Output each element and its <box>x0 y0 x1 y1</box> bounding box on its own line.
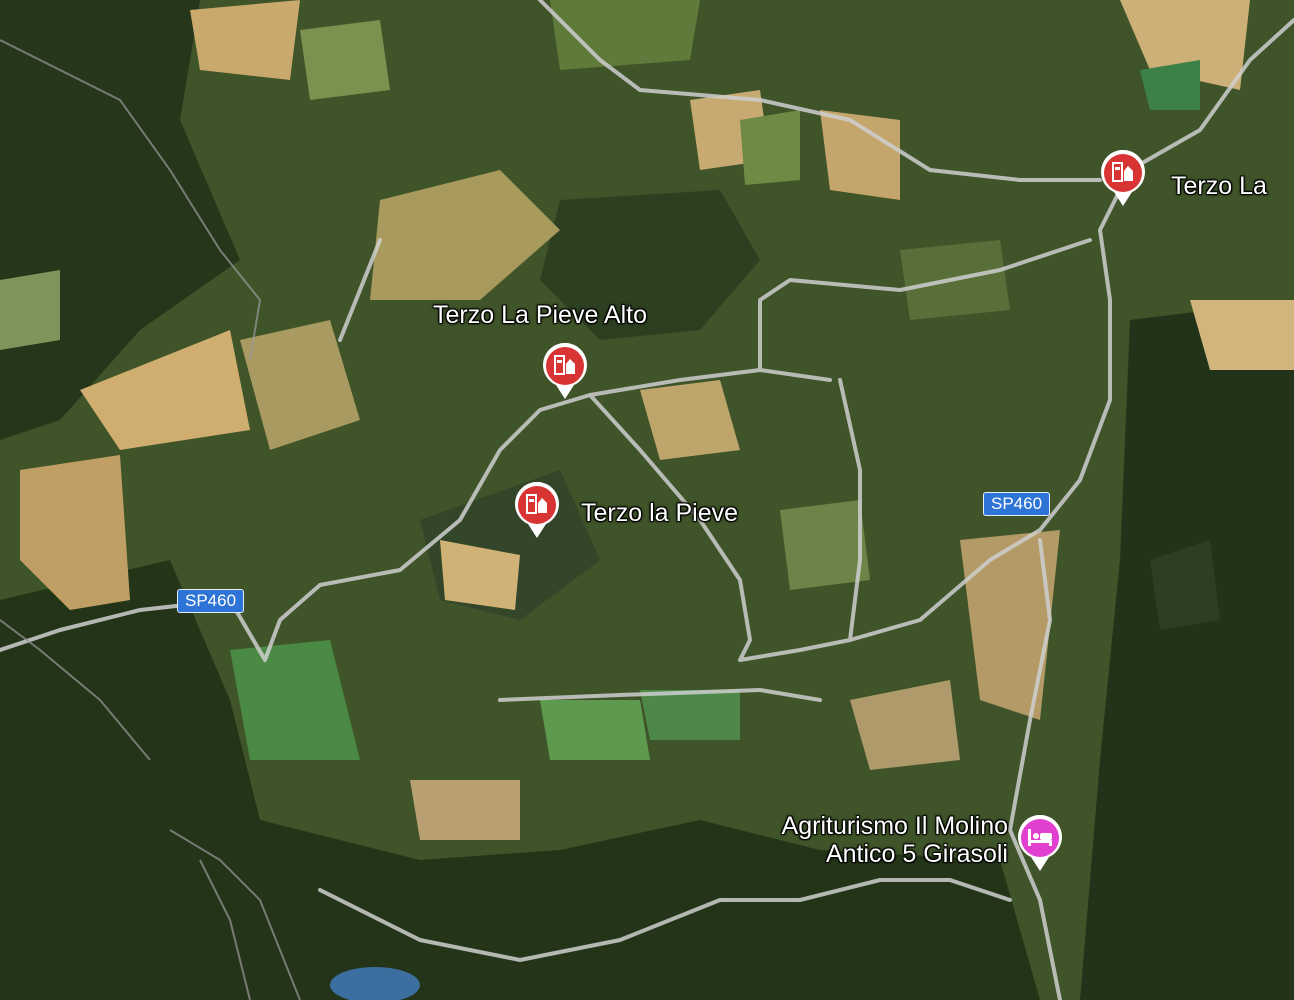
road-shield-sp460[interactable]: SP460 <box>983 492 1051 516</box>
place-label-agriturismo[interactable]: Agriturismo Il Molino Antico 5 Girasoli <box>782 812 1008 868</box>
place-label-line2: Antico 5 Girasoli <box>825 840 1008 868</box>
historic-site-icon <box>515 482 559 538</box>
historic-site-icon <box>1101 150 1145 206</box>
road-shield-sp460[interactable]: SP460 <box>177 589 245 613</box>
place-label-line1: Agriturismo Il Molino <box>781 812 1008 840</box>
historic-site-icon <box>543 343 587 399</box>
satellite-map[interactable]: Terzo La Terzo La Pieve Alto Terzo la Pi… <box>0 0 1294 1000</box>
historic-site-pin[interactable] <box>1100 150 1146 208</box>
historic-site-pin[interactable] <box>542 343 588 401</box>
place-label-terzo-la[interactable]: Terzo La <box>1171 172 1267 200</box>
hotel-pin[interactable] <box>1017 815 1063 873</box>
place-label-terzo-la-pieve[interactable]: Terzo la Pieve <box>581 499 738 527</box>
hotel-bed-icon <box>1018 815 1062 871</box>
historic-site-pin[interactable] <box>514 482 560 540</box>
place-label-terzo-la-pieve-alto[interactable]: Terzo La Pieve Alto <box>433 301 647 329</box>
